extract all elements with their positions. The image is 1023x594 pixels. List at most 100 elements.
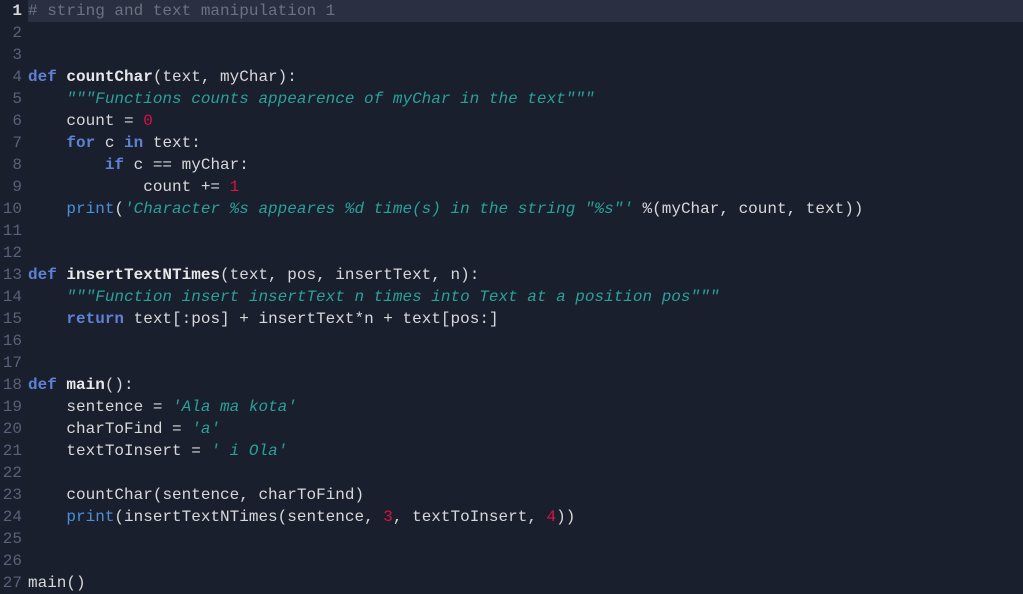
code-line[interactable]: print(insertTextNTimes(sentence, 3, text… [28,506,1023,528]
token-ident: insertText [249,310,355,328]
code-line[interactable]: # string and text manipulation 1 [28,0,1023,22]
code-line[interactable]: def main(): [28,374,1023,396]
token-ident: text [393,310,441,328]
line-number: 5 [0,88,22,110]
code-line[interactable]: count = 0 [28,110,1023,132]
token-punct: ( [114,200,124,218]
token-punct: () [66,574,85,592]
line-number: 23 [0,484,22,506]
token-ident [220,178,230,196]
line-number: 12 [0,242,22,264]
token-ident: charToFind [28,420,172,438]
token-ident: textToInsert [412,508,527,526]
token-ident: c [95,134,124,152]
line-number: 4 [0,66,22,88]
code-line[interactable] [28,550,1023,572]
token-punct: , [364,508,383,526]
token-number: 1 [230,178,240,196]
token-ident: count [28,112,124,130]
code-line[interactable]: def insertTextNTimes(text, pos, insertTe… [28,264,1023,286]
token-op: = [172,420,182,438]
token-punct: ( [153,68,163,86]
token-ident: count [28,178,201,196]
token-ident [182,420,192,438]
code-line[interactable] [28,352,1023,374]
token-keyword: def [28,376,66,394]
code-line[interactable]: if c == myChar: [28,154,1023,176]
token-string: 'Ala ma kota' [172,398,297,416]
token-param: pos [287,266,316,284]
token-punct: , [201,68,220,86]
token-number: 0 [143,112,153,130]
token-param: insertText [335,266,431,284]
token-ident: c [124,156,153,174]
token-ident: insertTextNTimes [124,508,278,526]
token-punct: )) [556,508,575,526]
code-line[interactable]: def countChar(text, myChar): [28,66,1023,88]
code-line[interactable] [28,330,1023,352]
token-ident [28,508,66,526]
token-param: text [230,266,268,284]
token-string: ' i Ola' [210,442,287,460]
code-line[interactable] [28,462,1023,484]
token-ident [162,398,172,416]
code-editor[interactable]: 1234567891011121314151617181920212223242… [0,0,1023,593]
code-line[interactable]: count += 1 [28,176,1023,198]
token-ident: text [806,200,844,218]
line-number: 16 [0,330,22,352]
token-op: % [643,200,653,218]
token-docstring: """Function insert insertText n times in… [66,288,719,306]
token-ident: pos [451,310,480,328]
token-punct: , [719,200,738,218]
token-funcname: main [66,376,104,394]
token-ident: pos [191,310,220,328]
token-ident: text [124,310,172,328]
token-param: n [450,266,460,284]
line-number: 10 [0,198,22,220]
token-ident [28,310,66,328]
code-line[interactable]: """Function insert insertText n times in… [28,286,1023,308]
code-line[interactable] [28,220,1023,242]
token-op: += [201,178,220,196]
token-punct: : [239,156,249,174]
token-punct: , [431,266,450,284]
token-punct: , [787,200,806,218]
code-line[interactable] [28,242,1023,264]
code-line[interactable]: print('Character %s appeares %d time(s) … [28,198,1023,220]
line-number: 22 [0,462,22,484]
token-op: + [383,310,393,328]
code-line[interactable]: charToFind = 'a' [28,418,1023,440]
token-punct: [ [441,310,451,328]
token-keyword: def [28,68,66,86]
code-line[interactable] [28,528,1023,550]
token-string: 'a' [191,420,220,438]
code-line[interactable]: for c in text: [28,132,1023,154]
token-ident: sentence [162,486,239,504]
line-number: 19 [0,396,22,418]
line-number: 9 [0,176,22,198]
token-builtin: print [66,200,114,218]
token-op: = [124,112,143,130]
token-op: = [153,398,163,416]
code-line[interactable] [28,22,1023,44]
line-number: 20 [0,418,22,440]
token-ident: textToInsert [28,442,191,460]
code-line[interactable]: sentence = 'Ala ma kota' [28,396,1023,418]
code-line[interactable]: countChar(sentence, charToFind) [28,484,1023,506]
code-line[interactable]: return text[:pos] + insertText*n + text[… [28,308,1023,330]
token-punct: , [393,508,412,526]
line-number: 14 [0,286,22,308]
token-punct: ( [153,486,163,504]
code-line[interactable] [28,44,1023,66]
token-ident: sentence [28,398,153,416]
line-number: 11 [0,220,22,242]
token-docstring: """Functions counts appearence of myChar… [66,90,594,108]
token-punct: , [239,486,258,504]
code-line[interactable]: """Functions counts appearence of myChar… [28,88,1023,110]
code-area[interactable]: # string and text manipulation 1 def cou… [26,0,1023,593]
code-line[interactable]: textToInsert = ' i Ola' [28,440,1023,462]
code-line[interactable]: main() [28,572,1023,594]
token-ident: charToFind [258,486,354,504]
token-number: 3 [383,508,393,526]
token-ident [28,134,66,152]
